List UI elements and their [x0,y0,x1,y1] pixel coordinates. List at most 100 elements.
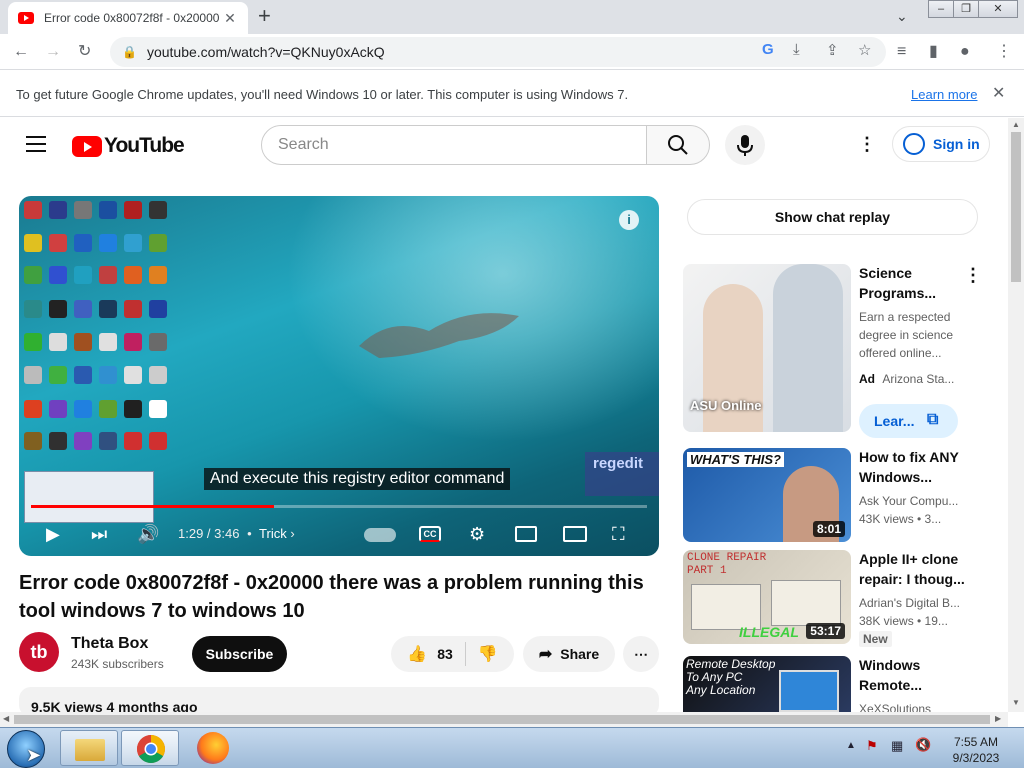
youtube-logo[interactable]: YouTube [72,134,185,158]
browser-tab[interactable]: Error code 0x80072f8f - 0x20000 ✕ [8,2,248,34]
google-lens-icon[interactable]: G [762,41,774,58]
profile-icon[interactable]: ● [960,42,970,62]
mouse-cursor-icon: ➤ [26,745,42,765]
ad-learn-more-button[interactable]: Lear... ⧉ [859,404,958,438]
share-page-icon[interactable]: ⇪ [826,41,839,59]
more-actions-button[interactable]: ⋯ [623,636,659,672]
chrome-menu-icon[interactable]: ⋮ [996,42,1012,62]
horizontal-scrollbar[interactable]: ◀ ▶ [0,712,1008,727]
video-channel[interactable]: Adrian's Digital B... [859,594,979,612]
ad-menu-icon[interactable]: ⋮ [964,265,982,286]
video-title-line1[interactable]: How to fix ANY [859,447,979,467]
scroll-up-arrow-icon[interactable]: ▲ [1012,120,1020,129]
settings-gear-icon[interactable]: ⚙ [469,524,485,544]
ad-title-line2[interactable]: Programs... [859,283,979,303]
close-infobar-icon[interactable]: ✕ [992,83,1005,103]
desktop-app-icon [24,333,42,351]
ad-description-line: Earn a respected [859,310,951,324]
action-center-flag-icon[interactable]: ⚑ [866,738,878,754]
video-channel[interactable]: Ask Your Compu... [859,492,979,510]
share-button[interactable]: ➦ Share [523,636,615,672]
show-chat-replay-button[interactable]: Show chat replay [687,199,978,235]
autoplay-toggle[interactable] [364,528,396,542]
vertical-scroll-thumb[interactable] [1011,132,1021,282]
video-title-line1[interactable]: Windows [859,655,979,675]
side-panel-icon[interactable]: ▮ [929,42,938,62]
windows-taskbar: ➤ ▲ ⚑ ▦ 🔇 7:55 AM 9/3/2023 [0,727,1024,768]
close-tab-icon[interactable]: ✕ [222,10,238,27]
explorer-taskbar-button[interactable] [60,730,118,766]
system-clock[interactable]: 7:55 AM 9/3/2023 [946,734,1006,766]
miniplayer-icon[interactable] [515,526,537,542]
thumb-caption: CLONE REPAIR PART 1 [687,552,766,578]
desktop-app-icon [49,366,67,384]
infobar-message: To get future Google Chrome updates, you… [16,87,629,102]
volume-muted-icon[interactable]: 🔇 [915,737,931,753]
ad-title-line1[interactable]: Science [859,263,979,283]
video-thumbnail[interactable]: WHAT'S THIS? 8:01 [683,448,851,542]
video-thumbnail[interactable]: Remote Desktop To Any PC Any Location [683,656,851,712]
install-icon[interactable]: ⤓ [793,41,800,58]
chapter-title[interactable]: Trick [259,526,287,541]
tab-search-chevron-icon[interactable]: ⌄ [896,8,908,25]
forward-arrow-icon[interactable]: → [45,42,61,62]
url-text: youtube.com/watch?v=QKNuy0xAckQ [146,44,385,60]
share-icon: ➦ [538,646,553,663]
next-icon[interactable]: ⏭ [91,524,107,544]
minimize-button[interactable]: – [928,0,954,18]
scroll-down-arrow-icon[interactable]: ▼ [1012,698,1020,707]
volume-icon[interactable]: 🔊 [137,524,159,544]
search-button[interactable] [646,125,710,165]
reload-icon[interactable]: ↻ [78,42,91,62]
desktop-app-icon [24,266,42,284]
sign-in-button[interactable]: Sign in [892,126,990,162]
new-tab-button[interactable]: + [258,4,271,28]
fullscreen-icon[interactable]: ⛶ [612,524,625,544]
voice-search-button[interactable] [725,125,765,165]
video-title-line2[interactable]: Windows... [859,467,979,487]
video-title-line1[interactable]: Apple II+ clone [859,549,979,569]
video-title-line2[interactable]: repair: I thoug... [859,569,979,589]
like-count[interactable]: 83 [437,646,453,662]
bookmark-star-icon[interactable]: ☆ [858,41,871,59]
time-separator: • [247,526,252,541]
media-control-icon[interactable]: ≡ [897,42,906,62]
play-icon[interactable]: ▶ [46,524,60,544]
show-hidden-icons-icon[interactable]: ▲ [846,740,856,751]
video-player[interactable]: i regedit And execute this registry edit… [19,196,659,556]
video-channel[interactable]: XeXSolutions [859,700,979,712]
chrome-taskbar-button[interactable] [121,730,179,766]
horizontal-scroll-thumb[interactable] [14,715,990,724]
caption-text: And execute this registry editor command [204,468,511,490]
firefox-taskbar-icon[interactable] [197,732,229,764]
guide-menu-icon[interactable] [26,136,46,152]
channel-name[interactable]: Theta Box [71,635,148,653]
video-title-line2[interactable]: Remote... [859,675,979,695]
learn-more-link[interactable]: Learn more [911,87,977,102]
scroll-left-arrow-icon[interactable]: ◀ [3,714,9,723]
scroll-right-arrow-icon[interactable]: ▶ [995,714,1001,723]
progress-bar[interactable] [31,505,647,508]
search-input[interactable]: Search [261,125,647,165]
info-icon[interactable]: i [619,210,639,230]
thumbs-down-icon[interactable]: 👎 [478,644,498,664]
video-duration: 53:17 [806,623,845,639]
video-thumbnail[interactable]: CLONE REPAIR PART 1 ILLEGAL 53:17 [683,550,851,644]
settings-more-icon[interactable]: ⋮ [858,134,876,155]
thumbs-up-icon[interactable]: 👍 [407,644,427,664]
video-meta: 38K views • 19... [859,614,948,628]
thumb-badge-text: ILLEGAL [739,624,799,640]
theater-mode-icon[interactable] [563,526,587,542]
ad-thumbnail[interactable]: ASU Online [683,264,851,432]
vertical-scrollbar[interactable]: ▲ ▼ [1008,118,1024,712]
back-arrow-icon[interactable]: ← [13,42,29,62]
chevron-right-icon: › [290,526,295,541]
youtube-favicon-icon [18,12,34,24]
channel-avatar[interactable]: tb [19,632,59,672]
subscribe-button[interactable]: Subscribe [192,636,287,672]
restore-button[interactable]: ❐ [953,0,979,18]
close-window-button[interactable]: ✕ [978,0,1018,18]
network-icon[interactable]: ▦ [891,738,903,754]
captions-icon[interactable]: CC [419,526,441,542]
advertiser-name: Arizona Sta... [882,372,955,386]
